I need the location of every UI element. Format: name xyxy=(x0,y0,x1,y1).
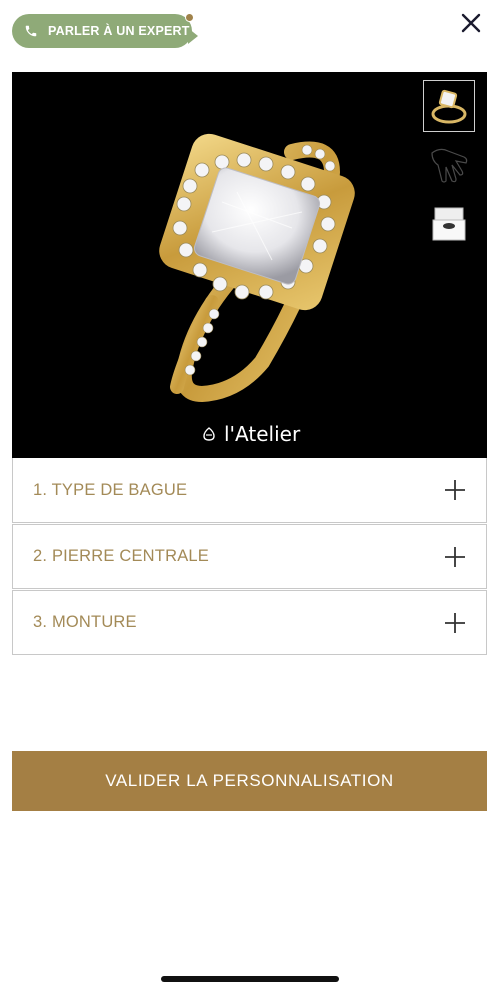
validate-customization-button[interactable]: VALIDER LA PERSONNALISATION xyxy=(12,751,487,811)
plus-icon[interactable] xyxy=(444,612,466,634)
notification-dot xyxy=(185,13,194,22)
close-icon[interactable] xyxy=(460,12,482,34)
plus-icon[interactable] xyxy=(444,546,466,568)
validate-customization-label: VALIDER LA PERSONNALISATION xyxy=(105,771,394,790)
speech-bubble-tail xyxy=(188,28,198,44)
hand-thumbnail-icon xyxy=(431,148,468,183)
phone-icon xyxy=(25,25,37,37)
accordion-label-setting: 3. MONTURE xyxy=(33,613,137,631)
plus-icon[interactable] xyxy=(444,479,466,501)
ring-product-image xyxy=(159,133,355,403)
brand-mark-icon xyxy=(203,427,215,441)
home-indicator[interactable] xyxy=(161,976,339,982)
customization-accordion: 1. TYPE DE BAGUE 2. PIERRE CENTRALE 3. M… xyxy=(12,458,487,656)
brand-logo: l'Atelier xyxy=(202,422,300,446)
brand-name: l'Atelier xyxy=(224,422,301,446)
accordion-item-center-stone[interactable]: 2. PIERRE CENTRALE xyxy=(12,524,487,589)
ring-thumbnail[interactable] xyxy=(423,80,475,132)
accordion-item-ring-type[interactable]: 1. TYPE DE BAGUE xyxy=(12,458,487,523)
talk-to-expert-button[interactable]: PARLER À UN EXPERT xyxy=(12,13,198,48)
hand-thumbnail[interactable] xyxy=(423,138,475,190)
accordion-item-setting[interactable]: 3. MONTURE xyxy=(12,590,487,655)
box-thumbnail-icon xyxy=(432,207,466,241)
box-thumbnail[interactable] xyxy=(423,196,475,248)
product-image-viewer[interactable]: l'Atelier xyxy=(12,72,487,458)
talk-to-expert-label: PARLER À UN EXPERT xyxy=(48,24,190,38)
ring-thumbnail-icon xyxy=(431,89,467,124)
thumbnail-strip xyxy=(423,80,475,254)
accordion-label-center-stone: 2. PIERRE CENTRALE xyxy=(33,547,209,565)
accordion-label-ring-type: 1. TYPE DE BAGUE xyxy=(33,480,188,499)
